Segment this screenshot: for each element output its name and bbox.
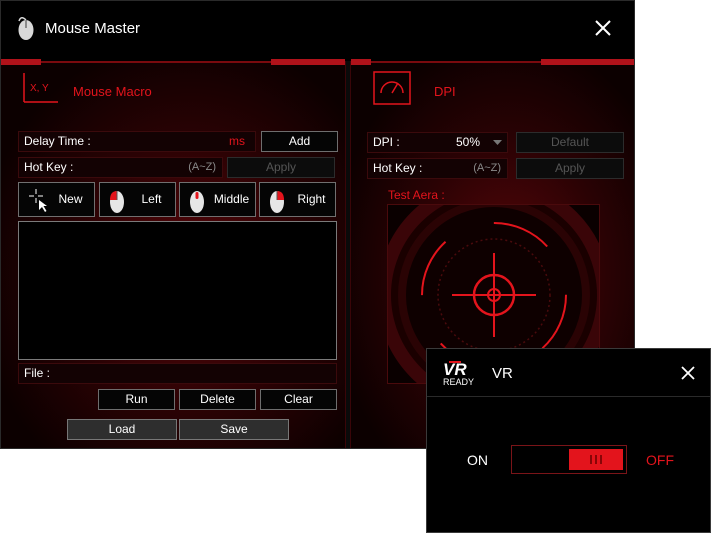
macro-section-title: Mouse Macro xyxy=(73,84,152,99)
delete-button[interactable]: Delete xyxy=(179,389,256,410)
new-button-label: New xyxy=(58,192,83,206)
macro-hotkey-label: Hot Key : xyxy=(24,160,74,174)
test-area-label: Test Aera : xyxy=(388,188,445,202)
right-button[interactable]: Right xyxy=(259,182,336,217)
xy-axis-icon: X, Y xyxy=(23,73,58,103)
close-icon[interactable] xyxy=(592,17,614,39)
vr-ready-logo: VR READY xyxy=(443,360,474,387)
tab-accent xyxy=(1,59,41,65)
file-label: File : xyxy=(24,366,51,380)
right-button-label: Right xyxy=(297,192,326,206)
delay-unit: ms xyxy=(229,134,245,148)
macro-hotkey-hint: (A~Z) xyxy=(188,161,216,173)
middle-button[interactable]: Middle xyxy=(179,182,256,217)
grip-lines-icon xyxy=(590,455,602,464)
macro-hotkey-field[interactable]: Hot Key : (A~Z) xyxy=(18,157,223,178)
delay-time-field[interactable]: Delay Time : ms xyxy=(18,131,256,152)
dpi-apply-button[interactable]: Apply xyxy=(516,158,624,179)
vr-window: VR READY VR ON OFF xyxy=(426,348,711,533)
run-button[interactable]: Run xyxy=(98,389,175,410)
vr-window-title: VR xyxy=(492,365,513,382)
close-icon[interactable] xyxy=(680,365,696,381)
dpi-label: DPI : xyxy=(373,135,400,149)
add-button[interactable]: Add xyxy=(261,131,338,152)
file-field[interactable]: File : xyxy=(18,363,337,384)
dpi-select[interactable]: DPI : 50% xyxy=(367,132,508,153)
chevron-down-icon xyxy=(493,140,502,145)
save-button[interactable]: Save xyxy=(179,419,289,440)
left-button-label: Left xyxy=(141,192,162,206)
macro-list-box[interactable] xyxy=(18,221,337,360)
delay-time-label: Delay Time : xyxy=(24,134,91,148)
speed-gauge-icon xyxy=(373,71,411,105)
dpi-value: 50% xyxy=(456,135,481,149)
macro-apply-button[interactable]: Apply xyxy=(227,157,335,178)
title-bar: Mouse Master xyxy=(1,1,634,57)
toggle-knob[interactable] xyxy=(569,449,623,470)
dpi-hotkey-label: Hot Key : xyxy=(373,161,423,175)
middle-button-label: Middle xyxy=(213,192,250,206)
mouse-middle-click-icon xyxy=(190,191,204,213)
vr-on-label: ON xyxy=(467,452,488,468)
vr-toggle-switch[interactable] xyxy=(511,445,627,474)
vr-off-label: OFF xyxy=(646,452,674,468)
xy-icon-text: X, Y xyxy=(30,83,49,94)
mouse-left-click-icon xyxy=(110,191,124,213)
load-button[interactable]: Load xyxy=(67,419,177,440)
vr-title-bar: VR READY VR xyxy=(427,349,710,397)
svg-text:READY: READY xyxy=(443,377,474,387)
default-button[interactable]: Default xyxy=(516,132,624,153)
dpi-hotkey-field[interactable]: Hot Key : (A~Z) xyxy=(367,158,508,179)
window-title: Mouse Master xyxy=(45,20,141,37)
dpi-hotkey-hint: (A~Z) xyxy=(473,162,501,174)
tab-accent xyxy=(271,59,345,65)
mouse-app-icon xyxy=(18,17,34,40)
left-button[interactable]: Left xyxy=(99,182,176,217)
new-button[interactable]: New xyxy=(18,182,95,217)
clear-button[interactable]: Clear xyxy=(260,389,337,410)
tab-accent xyxy=(541,59,634,65)
dpi-section-title: DPI xyxy=(434,84,456,99)
mouse-right-click-icon xyxy=(270,191,284,213)
tab-accent xyxy=(351,59,371,65)
